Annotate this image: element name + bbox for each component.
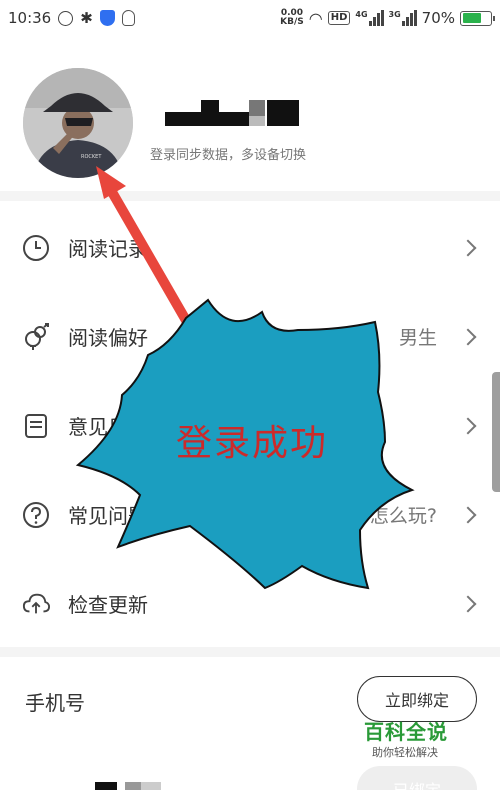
phone-label: 手机号 bbox=[25, 691, 85, 715]
wifi-icon: ◠ bbox=[308, 8, 323, 28]
clock-icon bbox=[22, 234, 50, 262]
phone-redacted bbox=[95, 782, 161, 790]
menu-label: 阅读记录 bbox=[68, 237, 148, 261]
login-success-text: 登录成功 bbox=[176, 423, 329, 464]
section-divider bbox=[0, 647, 500, 657]
chevron-right-icon bbox=[459, 417, 477, 434]
watermark-title: 百科全说 bbox=[364, 720, 448, 744]
chevron-right-icon bbox=[459, 595, 477, 612]
cloud-upload-icon bbox=[22, 590, 50, 618]
username-redacted bbox=[165, 100, 299, 126]
chevron-right-icon bbox=[459, 239, 477, 256]
clock-time: 10:36 bbox=[8, 9, 52, 27]
qq-icon bbox=[121, 10, 135, 26]
svg-text:ROCKET: ROCKET bbox=[81, 154, 102, 160]
login-hint: 登录同步数据，多设备切换 bbox=[150, 148, 307, 163]
menu-label: 阅读偏好 bbox=[68, 326, 148, 350]
hd-badge: HD bbox=[327, 11, 351, 25]
menu-item-reading-history[interactable]: 阅读记录 bbox=[0, 203, 500, 292]
feedback-icon bbox=[22, 412, 50, 440]
menu-value: 男生 bbox=[398, 327, 437, 349]
battery-percent: 70% bbox=[421, 9, 455, 27]
status-bar: 10:36 ✱ 0.00 KB/S ◠ HD 4G 3G 70% bbox=[0, 0, 500, 36]
watermark-subtitle: 助你轻松解决 bbox=[372, 746, 438, 759]
help-icon bbox=[22, 501, 50, 529]
menu-item-faq[interactable]: 常见问题 怎么玩? bbox=[0, 470, 500, 559]
bound-button[interactable]: 已绑定 bbox=[357, 766, 477, 790]
battery-icon bbox=[460, 10, 495, 26]
signal-3g-icon: 3G bbox=[389, 10, 417, 26]
alarm-icon bbox=[58, 10, 74, 26]
menu-label: 意见反馈 bbox=[68, 415, 148, 439]
bluetooth-icon: ✱ bbox=[80, 9, 93, 27]
shield-app-icon bbox=[99, 10, 115, 26]
menu-label: 常见问题 bbox=[68, 504, 148, 528]
section-divider bbox=[0, 191, 500, 201]
avatar[interactable]: ROCKET bbox=[23, 68, 133, 178]
menu-value: 怎么玩? bbox=[369, 505, 437, 527]
chevron-right-icon bbox=[459, 328, 477, 345]
menu-item-reading-preference[interactable]: 阅读偏好 男生 bbox=[0, 292, 500, 381]
chevron-right-icon bbox=[459, 506, 477, 523]
menu-item-check-update[interactable]: 检查更新 bbox=[0, 559, 500, 648]
signal-4g-icon: 4G bbox=[355, 10, 384, 26]
gender-icon bbox=[22, 322, 50, 351]
scrollbar-handle[interactable] bbox=[492, 372, 500, 492]
avatar-photo: ROCKET bbox=[23, 68, 133, 178]
menu-label: 检查更新 bbox=[68, 593, 148, 617]
net-speed: 0.00 KB/S bbox=[280, 8, 304, 27]
